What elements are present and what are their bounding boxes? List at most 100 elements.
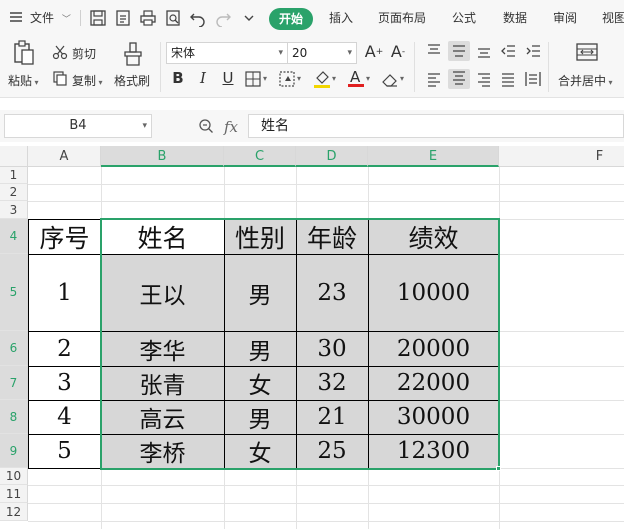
column-header-c[interactable]: C <box>224 146 296 167</box>
file-menu[interactable]: 文件 ﹀ <box>30 0 71 36</box>
table-header-cell[interactable]: 年龄 <box>296 219 368 254</box>
borders-icon[interactable] <box>245 71 261 91</box>
tab-review[interactable]: 审阅 <box>553 0 577 36</box>
format-painter-button[interactable]: 格式刷 <box>114 72 150 89</box>
align-left-icon[interactable] <box>426 71 442 91</box>
table-cell[interactable]: 32 <box>296 366 368 400</box>
row-header-3[interactable]: 3 <box>0 201 28 219</box>
table-cell[interactable]: 男 <box>224 331 296 366</box>
tab-page-layout[interactable]: 页面布局 <box>378 0 426 36</box>
table-cell[interactable]: 20000 <box>368 331 499 366</box>
row-header-7[interactable]: 7 <box>0 366 28 400</box>
table-cell[interactable]: 王以 <box>101 254 224 331</box>
justify-icon[interactable] <box>500 71 516 91</box>
column-header-b[interactable]: B <box>101 146 224 167</box>
bold-icon[interactable]: B <box>168 68 188 88</box>
tab-formulas[interactable]: 公式 <box>452 0 476 36</box>
cut-button[interactable]: 剪切 <box>72 45 96 62</box>
table-cell[interactable]: 5 <box>28 434 101 468</box>
table-header-cell[interactable]: 绩效 <box>368 219 499 254</box>
column-header-a[interactable]: A <box>28 146 101 167</box>
table-cell[interactable]: 23 <box>296 254 368 331</box>
table-cell[interactable]: 女 <box>224 366 296 400</box>
hamburger-menu-icon[interactable] <box>8 9 26 27</box>
save-icon[interactable] <box>89 9 107 27</box>
align-center-icon[interactable] <box>448 69 470 89</box>
align-top-icon[interactable] <box>426 43 442 63</box>
table-cell[interactable]: 3 <box>28 366 101 400</box>
row-header-10[interactable]: 10 <box>0 468 28 485</box>
table-cell[interactable]: 张青 <box>101 366 224 400</box>
fill-color-icon[interactable] <box>313 69 331 93</box>
increase-font-icon[interactable]: A+ <box>364 42 384 62</box>
cell-style-icon[interactable] <box>279 71 295 91</box>
row-header-2[interactable]: 2 <box>0 184 28 201</box>
formula-input[interactable]: 姓名 <box>248 114 624 138</box>
table-cell[interactable]: 男 <box>224 254 296 331</box>
column-header-d[interactable]: D <box>296 146 368 167</box>
font-size-select[interactable]: 20 ▾ <box>287 42 357 64</box>
paste-icon[interactable] <box>12 40 36 70</box>
table-cell[interactable]: 1 <box>28 254 101 331</box>
table-cell[interactable]: 4 <box>28 400 101 434</box>
table-cell[interactable]: 李华 <box>101 331 224 366</box>
paste-button[interactable]: 粘贴 ▾ <box>8 72 39 89</box>
decrease-indent-icon[interactable] <box>500 43 516 63</box>
row-header-4[interactable]: 4 <box>0 219 28 254</box>
customize-toolbar-icon[interactable] <box>240 9 258 27</box>
name-box[interactable]: B4 ▾ <box>4 114 152 138</box>
table-cell[interactable]: 10000 <box>368 254 499 331</box>
select-all-corner[interactable] <box>0 146 28 167</box>
table-header-cell[interactable]: 姓名 <box>101 219 224 254</box>
column-header-e[interactable]: E <box>368 146 499 167</box>
zoom-search-icon[interactable] <box>198 118 214 138</box>
table-cell[interactable]: 30 <box>296 331 368 366</box>
column-header-f[interactable]: F <box>499 146 624 167</box>
table-header-cell[interactable]: 序号 <box>28 219 101 254</box>
underline-icon[interactable]: U <box>218 68 238 88</box>
chevron-down-icon[interactable]: ▾ <box>297 74 301 83</box>
tab-data[interactable]: 数据 <box>503 0 527 36</box>
italic-icon[interactable]: I <box>193 68 213 88</box>
table-cell[interactable]: 李桥 <box>101 434 224 468</box>
export-icon[interactable] <box>114 9 132 27</box>
font-color-icon[interactable]: A <box>347 68 365 92</box>
decrease-font-icon[interactable]: A- <box>388 42 408 62</box>
distributed-align-icon[interactable] <box>525 71 541 91</box>
chevron-down-icon[interactable]: ▾ <box>400 74 404 83</box>
row-header-1[interactable]: 1 <box>0 167 28 184</box>
copy-icon[interactable] <box>52 70 68 90</box>
scissors-icon[interactable] <box>52 44 68 64</box>
print-preview-icon[interactable] <box>164 9 182 27</box>
chevron-down-icon[interactable]: ▾ <box>366 74 370 83</box>
tab-insert[interactable]: 插入 <box>329 0 353 36</box>
row-header-12[interactable]: 12 <box>0 503 28 521</box>
table-cell[interactable]: 男 <box>224 400 296 434</box>
undo-icon[interactable] <box>189 9 207 28</box>
table-cell[interactable]: 21 <box>296 400 368 434</box>
row-header-11[interactable]: 11 <box>0 485 28 503</box>
print-icon[interactable] <box>139 9 157 27</box>
align-middle-icon[interactable] <box>448 41 470 61</box>
table-cell[interactable]: 30000 <box>368 400 499 434</box>
row-header-5[interactable]: 5 <box>0 254 28 331</box>
merge-center-icon[interactable] <box>576 42 598 66</box>
increase-indent-icon[interactable] <box>525 43 541 63</box>
chevron-down-icon[interactable]: ▾ <box>332 74 336 83</box>
tab-view[interactable]: 视图 <box>602 0 624 36</box>
eraser-icon[interactable] <box>381 70 399 92</box>
table-cell[interactable]: 高云 <box>101 400 224 434</box>
table-cell[interactable]: 25 <box>296 434 368 468</box>
merge-center-button[interactable]: 合并居中 ▾ <box>558 72 613 89</box>
table-cell[interactable]: 12300 <box>368 434 499 468</box>
align-bottom-icon[interactable] <box>476 43 492 63</box>
row-header-9[interactable]: 9 <box>0 434 28 468</box>
table-header-cell[interactable]: 性别 <box>224 219 296 254</box>
redo-icon[interactable] <box>214 9 232 28</box>
font-name-select[interactable]: 宋体 ▾ <box>166 42 288 64</box>
format-painter-icon[interactable] <box>122 42 144 70</box>
align-right-icon[interactable] <box>476 71 492 91</box>
table-cell[interactable]: 女 <box>224 434 296 468</box>
table-cell[interactable]: 22000 <box>368 366 499 400</box>
fill-handle[interactable] <box>496 466 501 471</box>
